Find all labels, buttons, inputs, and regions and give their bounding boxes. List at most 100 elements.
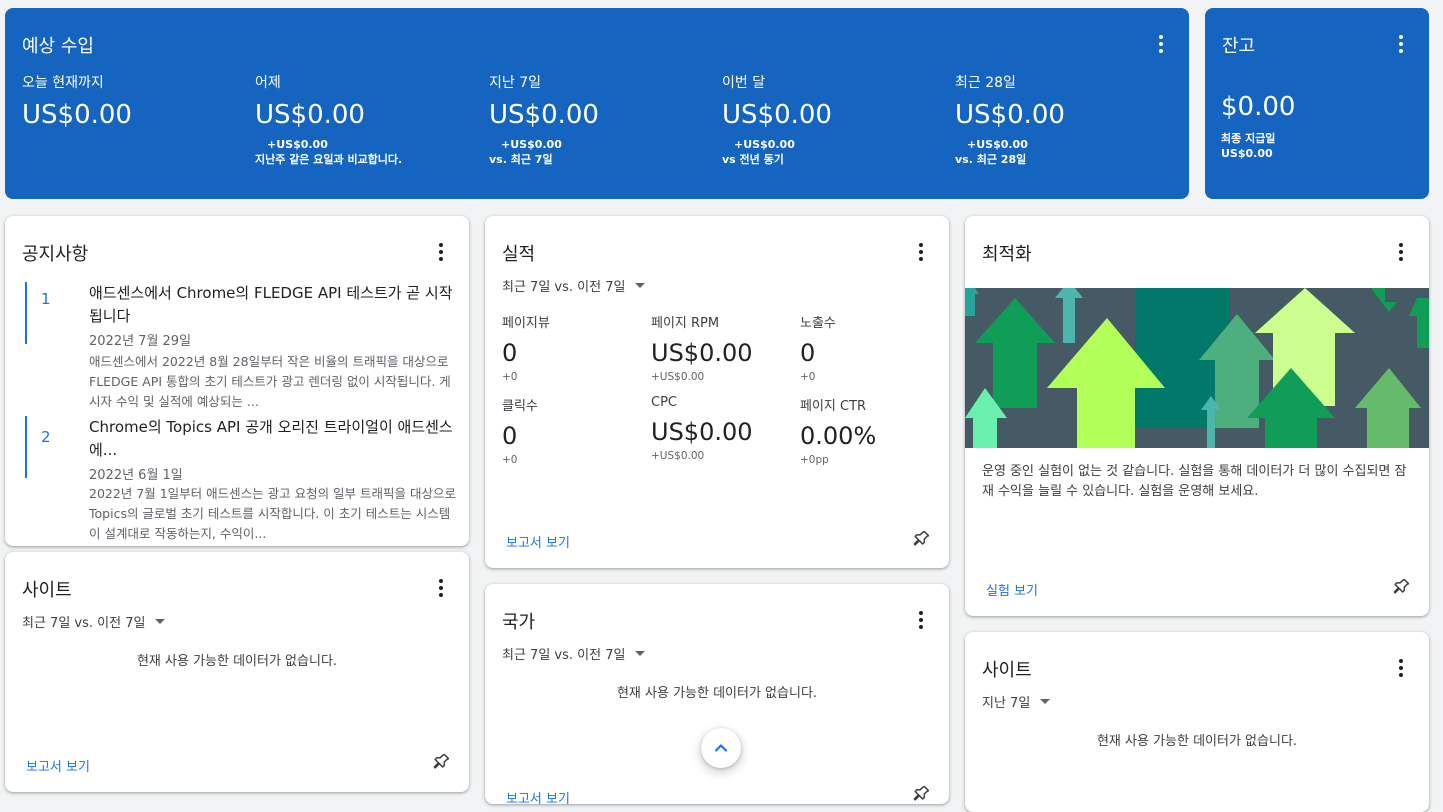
earnings-card: 예상 수입 오늘 현재까지 US$0.00 어제 US$0.00 +US$0.0…	[5, 8, 1189, 199]
notices-more-icon[interactable]	[429, 240, 453, 264]
metric-value: US$0.00	[255, 100, 365, 130]
perf-metric-impressions: 노출수 0 +0	[800, 312, 949, 383]
balance-title: 잔고	[1222, 36, 1256, 57]
last-payment-value: US$0.00	[1221, 147, 1273, 160]
metric-compare: vs 전년 동기	[722, 153, 784, 166]
notice-item[interactable]: 1 애드센스에서 Chrome의 FLEDGE API 테스트가 곧 시작됩니다…	[25, 282, 455, 422]
view-report-link[interactable]: 보고서 보기	[506, 532, 570, 551]
sites-range-dropdown[interactable]: 최근 7일 vs. 이전 7일	[22, 612, 166, 631]
metric-value: US$0.00	[489, 100, 599, 130]
notice-number: 2	[41, 428, 51, 446]
notices-card: 공지사항 1 애드센스에서 Chrome의 FLEDGE API 테스트가 곧 …	[5, 216, 469, 546]
perf-label: CPC	[651, 395, 677, 410]
metric-compare: 지난주 같은 요일과 비교합니다.	[255, 153, 403, 166]
perf-metric-pageviews: 페이지뷰 0 +0	[502, 312, 652, 383]
perf-delta: +0	[502, 371, 518, 383]
notice-date: 2022년 6월 1일	[89, 468, 183, 483]
notice-accent-bar	[25, 282, 27, 344]
perf-value: US$0.00	[651, 339, 753, 367]
no-data-message: 현재 사용 가능한 데이터가 없습니다.	[1096, 734, 1298, 749]
perf-metric-clicks: 클릭수 0 +0	[502, 395, 652, 466]
perf-metric-page-rpm: 페이지 RPM US$0.00 +US$0.00	[651, 312, 801, 383]
scroll-to-top-button[interactable]	[701, 728, 741, 768]
earnings-metric-this-month: 이번 달 US$0.00 +US$0.00 vs 전년 동기	[722, 72, 942, 167]
countries-card: 국가 최근 7일 vs. 이전 7일 현재 사용 가능한 데이터가 없습니다. …	[485, 584, 949, 804]
perf-label: 페이지 RPM	[651, 316, 720, 331]
optimization-more-icon[interactable]	[1389, 240, 1413, 264]
dropdown-label: 최근 7일 vs. 이전 7일	[502, 648, 626, 663]
earnings-title: 예상 수입	[22, 36, 94, 57]
perf-delta: +0pp	[800, 454, 829, 466]
earnings-more-icon[interactable]	[1149, 32, 1173, 56]
performance-range-dropdown[interactable]: 최근 7일 vs. 이전 7일	[502, 276, 646, 295]
notice-title[interactable]: 애드센스에서 Chrome의 FLEDGE API 테스트가 곧 시작됩니다	[89, 282, 459, 328]
caret-down-icon	[155, 619, 166, 624]
perf-delta: +US$0.00	[651, 371, 705, 383]
dropdown-label: 최근 7일 vs. 이전 7일	[502, 280, 626, 295]
last-payment-label: 최종 지급일	[1221, 132, 1276, 145]
notice-title[interactable]: Chrome의 Topics API 공개 오리진 트라이얼이 애드센스에...	[89, 416, 459, 462]
no-data-message: 현재 사용 가능한 데이터가 없습니다.	[136, 654, 338, 669]
pin-icon[interactable]	[1391, 577, 1411, 597]
notice-accent-bar	[25, 416, 27, 478]
metric-value: US$0.00	[22, 100, 132, 130]
performance-more-icon[interactable]	[909, 240, 933, 264]
countries-more-icon[interactable]	[909, 608, 933, 632]
notice-body: 애드센스에서 2022년 8월 28일부터 작은 비율의 트래픽을 대상으로 F…	[89, 354, 451, 409]
perf-label: 노출수	[800, 316, 836, 331]
metric-label: 지난 7일	[489, 75, 541, 91]
perf-delta: +0	[502, 454, 518, 466]
metric-label: 오늘 현재까지	[22, 75, 104, 91]
performance-title: 실적	[502, 244, 536, 265]
metric-delta: +US$0.00	[734, 138, 795, 151]
metric-delta: +US$0.00	[501, 138, 562, 151]
sites-card-left: 사이트 최근 7일 vs. 이전 7일 현재 사용 가능한 데이터가 없습니다.…	[5, 552, 469, 792]
optimization-card: 최적화 운영 중인 실험이 없는 것 같습니다. 실험을 통해 데이터가 더 많…	[965, 216, 1429, 616]
perf-value: 0	[502, 422, 518, 450]
sites-range-dropdown[interactable]: 지난 7일	[982, 692, 1051, 711]
pin-icon[interactable]	[911, 784, 931, 804]
earnings-metric-yesterday: 어제 US$0.00 +US$0.00 지난주 같은 요일과 비교합니다.	[255, 72, 475, 167]
performance-card: 실적 최근 7일 vs. 이전 7일 페이지뷰 0 +0 페이지 RPM US$…	[485, 216, 949, 568]
pin-icon[interactable]	[911, 529, 931, 549]
perf-label: 페이지 CTR	[800, 399, 867, 414]
sites-card-right: 사이트 지난 7일 현재 사용 가능한 데이터가 없습니다.	[965, 632, 1429, 812]
balance-more-icon[interactable]	[1389, 32, 1413, 56]
dropdown-label: 지난 7일	[982, 696, 1031, 711]
pin-icon[interactable]	[431, 752, 451, 772]
countries-title: 국가	[502, 612, 536, 633]
perf-label: 페이지뷰	[502, 316, 550, 331]
view-experiments-link[interactable]: 실험 보기	[986, 580, 1038, 599]
notices-title: 공지사항	[22, 244, 89, 265]
optimization-text: 운영 중인 실험이 없는 것 같습니다. 실험을 통해 데이터가 더 많이 수집…	[982, 464, 1407, 499]
chevron-up-icon	[714, 744, 728, 752]
notice-number: 1	[41, 290, 51, 308]
no-data-message: 현재 사용 가능한 데이터가 없습니다.	[616, 686, 818, 701]
metric-delta: +US$0.00	[267, 138, 328, 151]
caret-down-icon	[635, 283, 646, 288]
view-report-link[interactable]: 보고서 보기	[506, 788, 570, 804]
sites-more-icon[interactable]	[429, 576, 453, 600]
caret-down-icon	[1040, 699, 1051, 704]
perf-metric-page-ctr: 페이지 CTR 0.00% +0pp	[800, 395, 949, 466]
perf-value: 0.00%	[800, 422, 877, 450]
view-report-link[interactable]: 보고서 보기	[26, 756, 90, 775]
notice-item[interactable]: 2 Chrome의 Topics API 공개 오리진 트라이얼이 애드센스에.…	[25, 416, 456, 546]
earnings-metric-last-7-days: 지난 7일 US$0.00 +US$0.00 vs. 최근 7일	[489, 72, 709, 167]
dropdown-label: 최근 7일 vs. 이전 7일	[22, 616, 146, 631]
balance-value: $0.00	[1221, 92, 1296, 122]
balance-card: 잔고 $0.00 최종 지급일 US$0.00	[1205, 8, 1429, 199]
countries-range-dropdown[interactable]: 최근 7일 vs. 이전 7일	[502, 644, 646, 663]
perf-metric-cpc: CPC US$0.00 +US$0.00	[651, 395, 801, 462]
earnings-metric-today: 오늘 현재까지 US$0.00	[22, 72, 242, 130]
metric-value: US$0.00	[722, 100, 832, 130]
metric-label: 어제	[255, 75, 281, 91]
optimization-illustration	[965, 288, 1429, 448]
metric-value: US$0.00	[955, 100, 1065, 130]
metric-delta: +US$0.00	[967, 138, 1028, 151]
caret-down-icon	[635, 651, 646, 656]
perf-label: 클릭수	[502, 399, 538, 414]
sites-title: 사이트	[982, 660, 1032, 681]
notice-body: 2022년 7월 1일부터 애드센스는 광고 요청의 일부 트래픽을 대상으로 …	[89, 486, 457, 541]
sites-more-icon[interactable]	[1389, 656, 1413, 680]
